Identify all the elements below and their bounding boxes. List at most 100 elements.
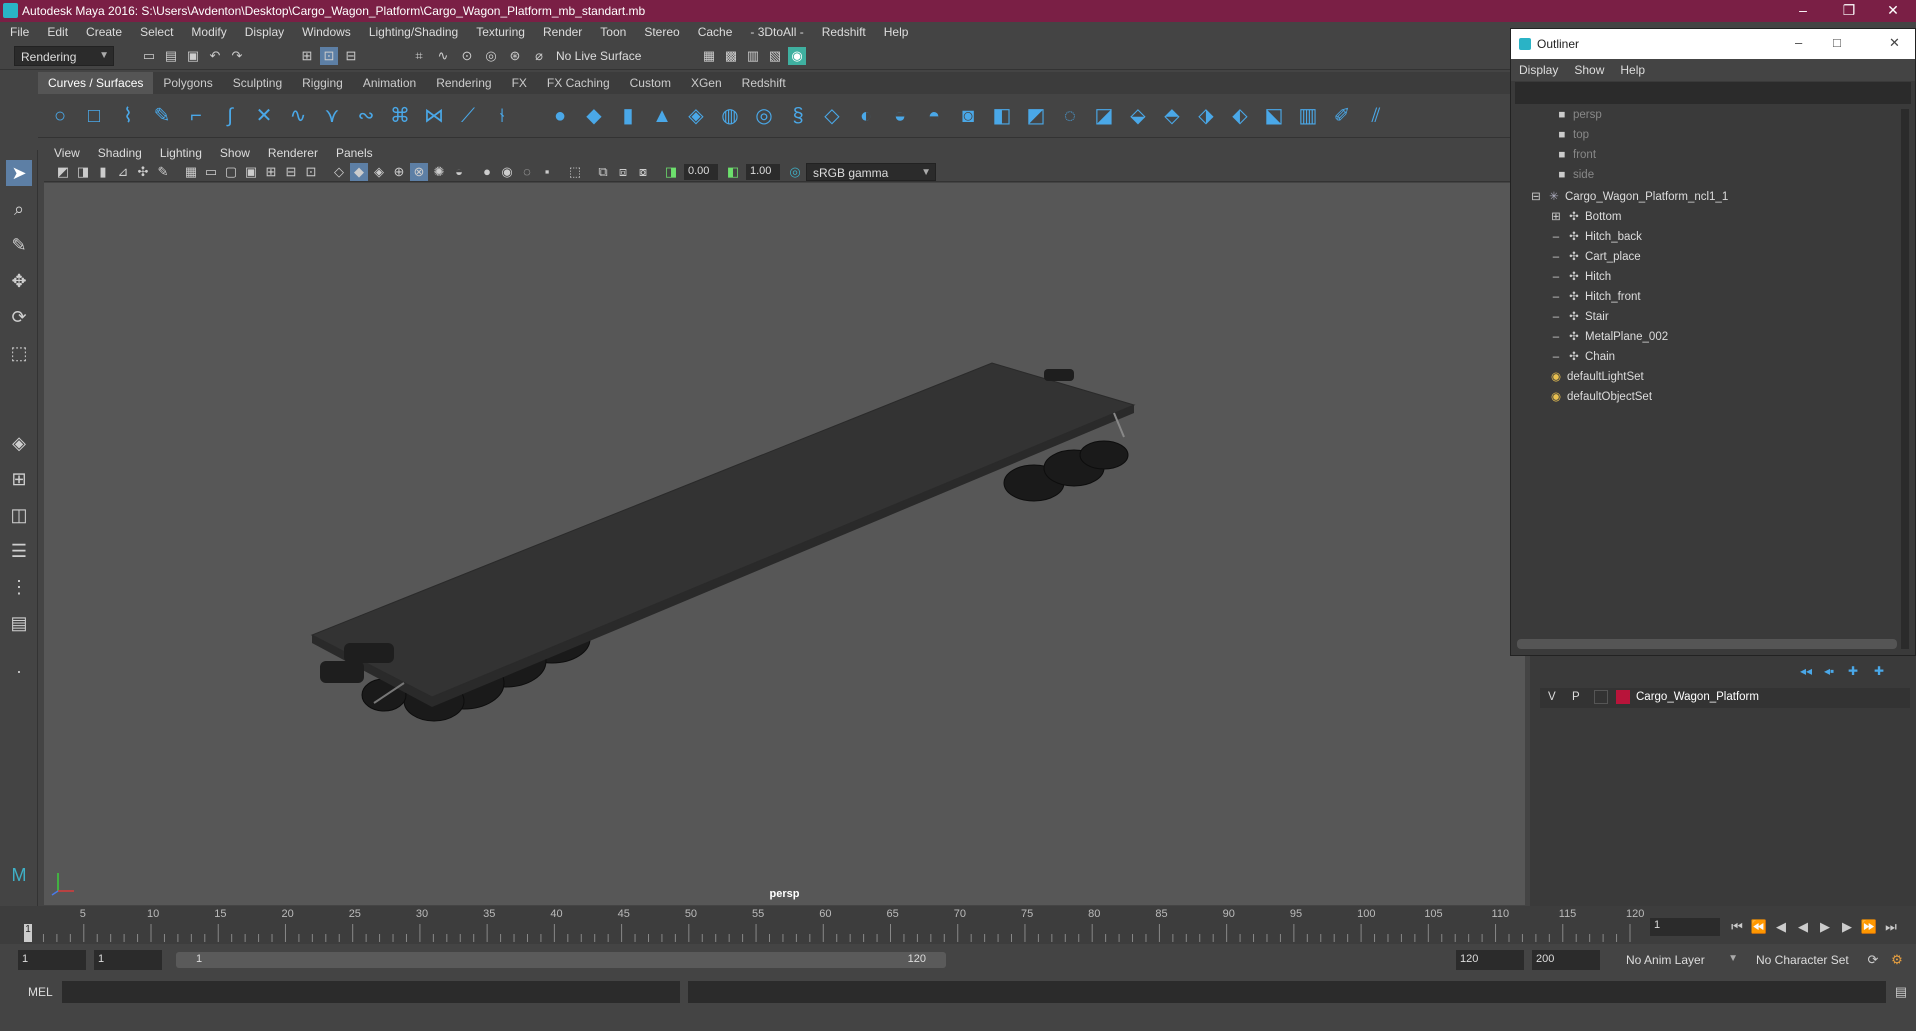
render-settings-icon[interactable]: ▧ bbox=[766, 47, 784, 65]
create-layer-icon[interactable]: ✚ bbox=[1848, 664, 1858, 678]
detach-surface-icon[interactable]: ⬗ bbox=[1194, 104, 1218, 128]
anim-layer-dropdown[interactable]: No Anim Layer ▼ bbox=[1620, 950, 1742, 970]
make-live-icon[interactable]: ⌀ bbox=[530, 47, 548, 65]
menu-stereo[interactable]: Stereo bbox=[634, 22, 687, 39]
textured-icon[interactable]: ⊕ bbox=[390, 163, 408, 181]
move-tool-icon[interactable]: ✥ bbox=[6, 268, 32, 294]
outliner-item[interactable]: ■ top bbox=[1555, 129, 1589, 147]
snap-live-icon[interactable]: ⊛ bbox=[506, 47, 524, 65]
motion-blur-icon[interactable]: ● bbox=[478, 163, 496, 181]
current-frame-marker[interactable]: 1 bbox=[24, 924, 32, 942]
snap-curve-icon[interactable]: ∿ bbox=[434, 47, 452, 65]
step-back-frame-icon[interactable]: ◀ bbox=[1772, 918, 1790, 936]
menu-3dtoall[interactable]: - 3DtoAll - bbox=[740, 22, 811, 39]
outliner-search-field[interactable] bbox=[1515, 82, 1911, 104]
open-scene-icon[interactable]: ▤ bbox=[162, 47, 180, 65]
collapse-icon[interactable]: ⊟ bbox=[1529, 189, 1543, 203]
outliner-item[interactable]: ⊞ ✣ Bottom bbox=[1549, 209, 1621, 227]
xray-active-icon[interactable]: ⧈ bbox=[614, 163, 632, 181]
square-surface-icon[interactable]: ◙ bbox=[956, 104, 980, 128]
layer-move-down-icon[interactable]: ◂▪ bbox=[1824, 664, 1834, 678]
intersect-surface-icon[interactable]: ◌ bbox=[1058, 104, 1082, 128]
xray-icon[interactable]: ▪ bbox=[538, 163, 556, 181]
outliner-maximize-button[interactable]: □ bbox=[1833, 35, 1841, 50]
outliner-vertical-scrollbar[interactable] bbox=[1901, 109, 1909, 649]
gamma-icon[interactable]: ◧ bbox=[724, 163, 742, 181]
shadows-icon[interactable]: ✺ bbox=[430, 163, 448, 181]
single-view-layout-icon[interactable]: ◈ bbox=[6, 430, 32, 456]
rebuild-surface-icon[interactable]: ⫽ bbox=[1364, 104, 1388, 128]
tab-rendering[interactable]: Rendering bbox=[426, 72, 501, 94]
cut-curve-icon[interactable]: ∿ bbox=[286, 104, 310, 128]
menu-render[interactable]: Render bbox=[533, 22, 590, 39]
outliner-item[interactable]: – ✣ Hitch_back bbox=[1549, 229, 1642, 247]
outliner-item[interactable]: – ✣ Hitch_front bbox=[1549, 289, 1641, 307]
tab-animation[interactable]: Animation bbox=[353, 72, 426, 94]
paint-select-icon[interactable]: ✎ bbox=[6, 232, 32, 258]
resolution-gate-icon[interactable]: ▢ bbox=[222, 163, 240, 181]
close-button[interactable]: ✕ bbox=[1870, 0, 1916, 22]
layer-visibility-toggle[interactable]: V bbox=[1548, 691, 1556, 703]
menu-help[interactable]: Help bbox=[874, 22, 917, 39]
panel-menu-shading[interactable]: Shading bbox=[88, 144, 150, 160]
menu-create[interactable]: Create bbox=[76, 22, 130, 39]
two-view-layout-icon[interactable]: ◫ bbox=[6, 502, 32, 528]
auto-key-icon[interactable]: ⟳ bbox=[1864, 951, 1882, 969]
camera-attributes-icon[interactable]: ◨ bbox=[74, 163, 92, 181]
loft-icon[interactable]: § bbox=[786, 104, 810, 128]
2d-pan-zoom-icon[interactable]: ✣ bbox=[134, 163, 152, 181]
outliner-item[interactable]: ⊟ ✳ Cargo_Wagon_Platform_ncl1_1 bbox=[1529, 189, 1728, 207]
select-object-icon[interactable]: ⊡ bbox=[320, 47, 338, 65]
tab-rigging[interactable]: Rigging bbox=[292, 72, 353, 94]
menu-toon[interactable]: Toon bbox=[590, 22, 634, 39]
bookmark-icon[interactable]: ▮ bbox=[94, 163, 112, 181]
outliner-item[interactable]: ◉ defaultObjectSet bbox=[1549, 389, 1652, 407]
hypershade-icon[interactable]: ◉ bbox=[788, 47, 806, 65]
select-tool-icon[interactable]: ➤ bbox=[6, 160, 32, 186]
outliner-item[interactable]: – ✣ Cart_place bbox=[1549, 249, 1641, 267]
outliner-item[interactable]: – ✣ MetalPlane_002 bbox=[1549, 329, 1668, 347]
panel-menu-show[interactable]: Show bbox=[210, 144, 258, 160]
minimize-button[interactable]: – bbox=[1780, 0, 1826, 22]
panel-menu-view[interactable]: View bbox=[44, 144, 88, 160]
panel-menu-lighting[interactable]: Lighting bbox=[150, 144, 210, 160]
outliner-close-button[interactable]: ✕ bbox=[1889, 35, 1900, 51]
play-forward-icon[interactable]: ▶ bbox=[1816, 918, 1834, 936]
untrim-icon[interactable]: ⬙ bbox=[1126, 104, 1150, 128]
tab-fx[interactable]: FX bbox=[502, 72, 537, 94]
color-management-icon[interactable]: ◎ bbox=[786, 163, 804, 181]
outliner-menu-help[interactable]: Help bbox=[1612, 59, 1653, 81]
planar-icon[interactable]: ◇ bbox=[820, 104, 844, 128]
nurbs-torus-icon[interactable]: ◍ bbox=[718, 104, 742, 128]
menu-lighting-shading[interactable]: Lighting/Shading bbox=[359, 22, 466, 39]
lasso-tool-icon[interactable]: ⌕ bbox=[6, 196, 32, 222]
menu-edit[interactable]: Edit bbox=[37, 22, 76, 39]
outliner-item[interactable]: – ✣ Chain bbox=[1549, 349, 1615, 367]
play-back-icon[interactable]: ◀ bbox=[1794, 918, 1812, 936]
align-surface-icon[interactable]: ⬖ bbox=[1228, 104, 1252, 128]
tab-sculpting[interactable]: Sculpting bbox=[223, 72, 292, 94]
end-frame-field[interactable]: 200 bbox=[1532, 950, 1600, 970]
image-plane-icon[interactable]: ⊿ bbox=[114, 163, 132, 181]
layer-color-swatch[interactable] bbox=[1616, 690, 1630, 704]
outliner-item[interactable]: ■ persp bbox=[1555, 109, 1602, 127]
project-curve-icon[interactable]: ◩ bbox=[1024, 104, 1048, 128]
boundary-icon[interactable]: ◓ bbox=[922, 104, 946, 128]
tab-redshift[interactable]: Redshift bbox=[732, 72, 796, 94]
command-input[interactable] bbox=[62, 981, 680, 1003]
menu-redshift[interactable]: Redshift bbox=[812, 22, 874, 39]
panel-menu-renderer[interactable]: Renderer bbox=[258, 144, 326, 160]
cv-curve-icon[interactable]: ⌐ bbox=[184, 104, 208, 128]
gate-mask-icon[interactable]: ▣ bbox=[242, 163, 260, 181]
menu-set-dropdown[interactable]: Rendering ▼ bbox=[14, 46, 114, 66]
xray-joints-icon[interactable]: ⧉ bbox=[594, 163, 612, 181]
current-frame-field[interactable]: 1 bbox=[1650, 918, 1720, 936]
range-slider[interactable]: 1 120 bbox=[176, 952, 946, 968]
scale-tool-icon[interactable]: ⬚ bbox=[6, 340, 32, 366]
nurbs-plane-icon[interactable]: ◈ bbox=[684, 104, 708, 128]
expand-icon[interactable]: ⊞ bbox=[1549, 209, 1563, 223]
menu-display[interactable]: Display bbox=[235, 22, 292, 39]
tab-curves-surfaces[interactable]: Curves / Surfaces bbox=[38, 72, 154, 94]
pencil-curve-icon[interactable]: ✎ bbox=[150, 104, 174, 128]
grease-pencil-icon[interactable]: ✎ bbox=[154, 163, 172, 181]
